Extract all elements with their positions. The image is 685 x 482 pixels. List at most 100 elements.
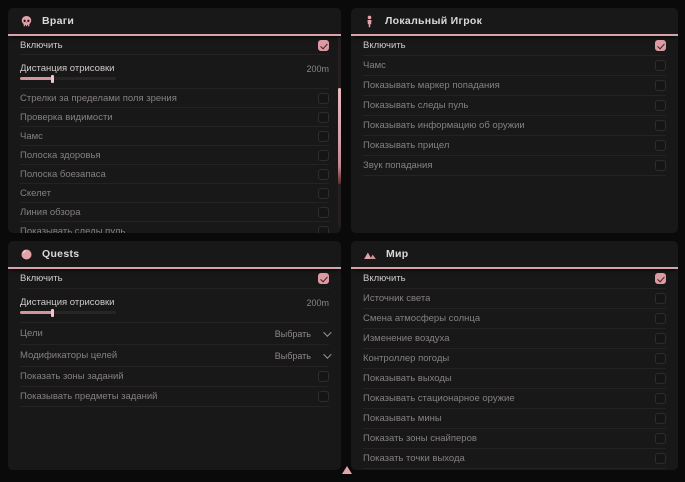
- select-value: Выбрать: [275, 329, 311, 339]
- setting-row: Дистанция отрисовки200m: [20, 289, 329, 323]
- setting-label: Показывать стационарное оружие: [363, 393, 515, 404]
- checkbox[interactable]: [318, 112, 329, 123]
- setting-row: Проверка видимости: [20, 108, 329, 127]
- setting-label: Показать зоны снайперов: [363, 433, 477, 444]
- panel-title: Враги: [42, 15, 74, 27]
- slider-handle[interactable]: [51, 309, 54, 317]
- setting-row: Изменение воздуха: [363, 329, 666, 349]
- setting-label: Чамс: [20, 131, 43, 142]
- checkbox-checked[interactable]: [655, 273, 666, 284]
- panel-header: Мир: [351, 241, 678, 269]
- setting-label: Дистанция отрисовки: [20, 63, 114, 74]
- settings-list: Включить Дистанция отрисовки 200m Стрелки з…: [8, 36, 341, 233]
- checkbox[interactable]: [655, 160, 666, 171]
- setting-label: Показывать маркер попадания: [363, 80, 500, 91]
- checkbox[interactable]: [318, 391, 329, 402]
- slider-handle[interactable]: [51, 75, 54, 83]
- checkbox[interactable]: [318, 371, 329, 382]
- settings-list: Включить Дистанция отрисовки200mЦелиВыбра…: [8, 269, 341, 407]
- checkbox-checked[interactable]: [318, 40, 329, 51]
- setting-label: Показывать выходы: [363, 373, 452, 384]
- quest-icon: [20, 248, 33, 261]
- checkbox[interactable]: [655, 60, 666, 71]
- checkbox[interactable]: [655, 80, 666, 91]
- setting-row: Показывать следы пуль: [363, 96, 666, 116]
- checkbox-checked[interactable]: [655, 40, 666, 51]
- setting-label: Полоска боезапаса: [20, 169, 106, 180]
- setting-label: Дистанция отрисовки: [20, 297, 114, 308]
- setting-row: Включить: [20, 36, 329, 55]
- panel-title: Quests: [42, 248, 79, 260]
- setting-row: Показывать следы пуль: [20, 222, 329, 233]
- checkbox[interactable]: [655, 140, 666, 151]
- slider[interactable]: [20, 77, 116, 80]
- setting-label: Показывать предметы заданий: [20, 391, 157, 402]
- checkbox[interactable]: [655, 100, 666, 111]
- setting-label: Показывать мины: [363, 413, 442, 424]
- checkbox[interactable]: [318, 207, 329, 218]
- checkbox[interactable]: [318, 150, 329, 161]
- setting-row: Чамс: [363, 56, 666, 76]
- checkbox[interactable]: [318, 131, 329, 142]
- setting-label: Включить: [20, 273, 63, 284]
- setting-row: Показывать выходы: [363, 369, 666, 389]
- select-dropdown[interactable]: Выбрать: [275, 329, 329, 339]
- panel-title: Локальный Игрок: [385, 15, 482, 27]
- checkbox[interactable]: [655, 353, 666, 364]
- checkbox[interactable]: [318, 226, 329, 234]
- setting-label: Скелет: [20, 188, 51, 199]
- scrollbar-thumb[interactable]: [338, 88, 341, 184]
- checkbox[interactable]: [655, 453, 666, 464]
- setting-row: Показывать стационарное оружие: [363, 389, 666, 409]
- scrollbar-track[interactable]: [338, 38, 341, 227]
- setting-row: Включить: [363, 36, 666, 56]
- panel-header: Quests: [8, 241, 341, 269]
- setting-label: Модификаторы целей: [20, 350, 117, 361]
- setting-row: Чамс: [20, 127, 329, 146]
- select-value: Выбрать: [275, 351, 311, 361]
- checkbox[interactable]: [655, 313, 666, 324]
- setting-label: Включить: [363, 40, 406, 51]
- setting-row: Источник света: [363, 289, 666, 309]
- slider[interactable]: [20, 311, 116, 314]
- checkbox[interactable]: [318, 188, 329, 199]
- setting-row: Показывать предметы заданий: [20, 387, 329, 407]
- panel-header: Враги: [8, 8, 341, 36]
- setting-label: Показать точки выхода: [363, 453, 465, 464]
- setting-row: Стрелки за пределами поля зрения: [20, 89, 329, 108]
- settings-list: Включить Чамс Показывать маркер попадания П…: [351, 36, 678, 176]
- select-dropdown[interactable]: Выбрать: [275, 351, 329, 361]
- setting-row: Скелет: [20, 184, 329, 203]
- checkbox[interactable]: [318, 169, 329, 180]
- setting-label: Звук попадания: [363, 160, 433, 171]
- checkbox[interactable]: [655, 433, 666, 444]
- checkbox-checked[interactable]: [318, 273, 329, 284]
- settings-list: ВключитьИсточник светаСмена атмосферы со…: [351, 269, 678, 469]
- checkbox[interactable]: [655, 393, 666, 404]
- checkbox[interactable]: [655, 333, 666, 344]
- checkbox[interactable]: [655, 120, 666, 131]
- setting-row: Полоска боезапаса: [20, 165, 329, 184]
- setting-label: Изменение воздуха: [363, 333, 450, 344]
- setting-label: Показывать прицел: [363, 140, 449, 151]
- setting-label: Контроллер погоды: [363, 353, 449, 364]
- setting-row: ЦелиВыбрать: [20, 323, 329, 345]
- mountains-icon: [363, 248, 377, 261]
- person-icon: [363, 15, 376, 28]
- checkbox[interactable]: [655, 373, 666, 384]
- setting-row: Звук попадания: [363, 156, 666, 176]
- checkbox[interactable]: [655, 293, 666, 304]
- setting-label: Смена атмосферы солнца: [363, 313, 480, 324]
- slider-value: 200m: [306, 64, 329, 74]
- panel-world: Мир ВключитьИсточник светаСмена атмосфер…: [351, 241, 678, 470]
- checkbox[interactable]: [655, 413, 666, 424]
- setting-label: Линия обзора: [20, 207, 81, 218]
- chevron-down-icon: [323, 328, 331, 336]
- setting-row: Смена атмосферы солнца: [363, 309, 666, 329]
- checkbox[interactable]: [318, 93, 329, 104]
- setting-label: Включить: [20, 40, 63, 51]
- setting-row: Показать зоны снайперов: [363, 429, 666, 449]
- panel-title: Мир: [386, 248, 409, 260]
- slider-fill: [20, 311, 53, 314]
- setting-label: Полоска здоровья: [20, 150, 101, 161]
